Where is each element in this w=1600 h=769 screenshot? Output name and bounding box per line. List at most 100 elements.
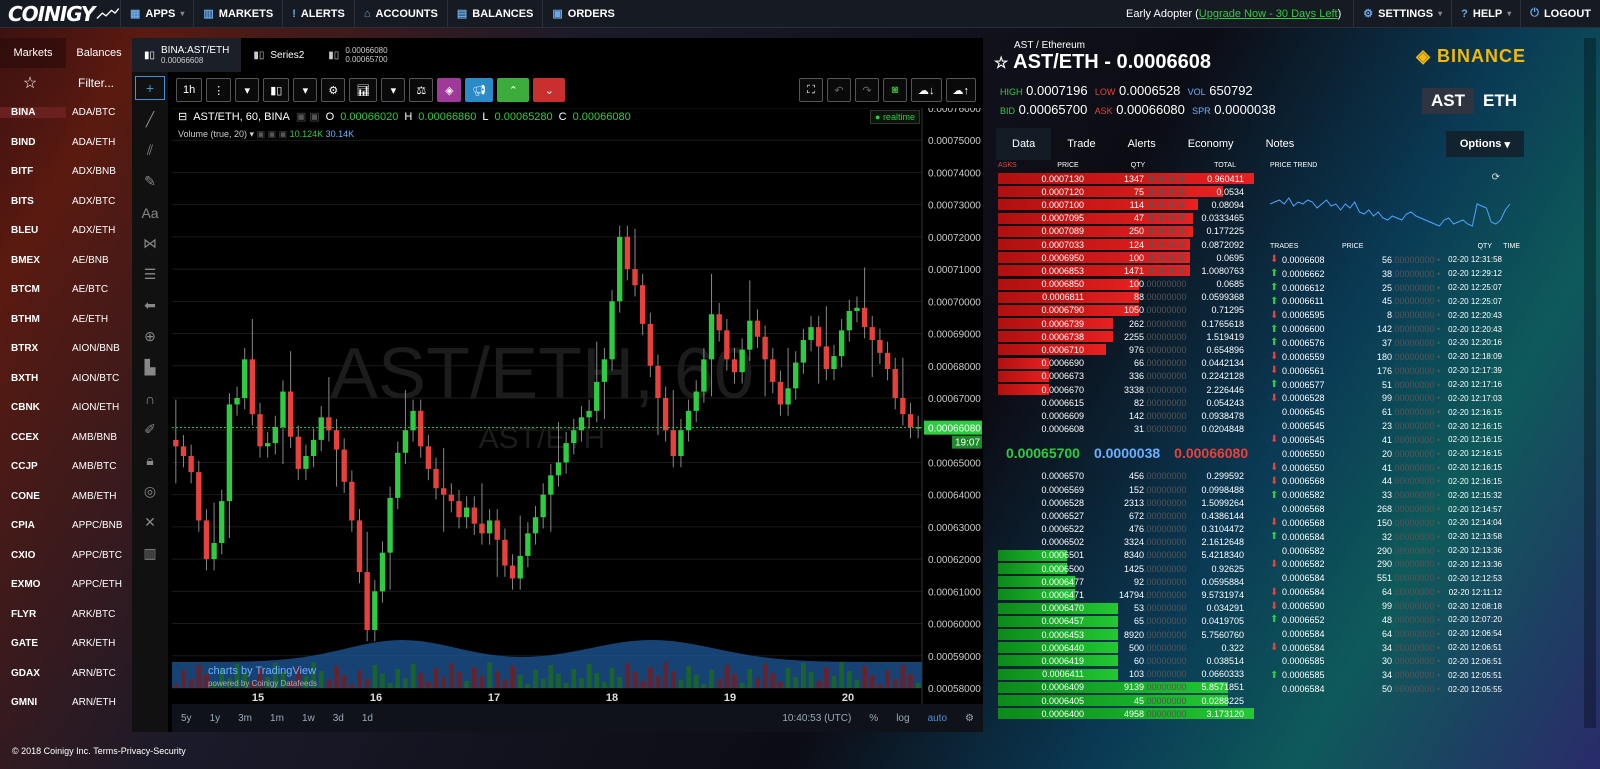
bid-row[interactable]: 0.0006477 92.00000000 0.0595884	[998, 575, 1254, 588]
pair-code[interactable]: ARK/BTC	[66, 609, 132, 620]
pair-code[interactable]: AMB/BTC	[66, 461, 132, 472]
pair-code[interactable]: ADX/ETH	[66, 225, 132, 236]
buy-up-icon[interactable]: ⌃	[497, 78, 530, 102]
range-1w[interactable]: 1w	[293, 713, 324, 724]
exchange-code[interactable]: CPIA	[0, 520, 66, 531]
trade-row[interactable]: ⬆ 0.0006611 45.00000000 • 02-20 12:25:07	[1270, 295, 1520, 309]
text-icon[interactable]: Aa	[132, 197, 168, 228]
market-row[interactable]: BTRX AION/BNB	[0, 334, 132, 364]
quote-currency-button[interactable]: ETH	[1474, 88, 1526, 114]
trendline-icon[interactable]: ╱	[132, 104, 168, 135]
nav-logout[interactable]: ⏻ LOGOUT	[1520, 0, 1600, 28]
eye-icon[interactable]: ◎	[132, 476, 168, 507]
pair-code[interactable]: AE/ETH	[66, 314, 132, 325]
auto-toggle[interactable]: auto	[919, 713, 956, 724]
exchange-code[interactable]: BTCM	[0, 284, 66, 295]
trade-row[interactable]: 0.0006584 551.00000000 • 02-20 12:12:53	[1270, 571, 1520, 585]
ask-row[interactable]: 0.0006609 142.00000000 0.0938478	[998, 409, 1254, 422]
camera-icon[interactable]: ◙	[883, 78, 907, 102]
trade-row[interactable]: ⬆ 0.0006584 32.00000000 • 02-20 12:13:58	[1270, 530, 1520, 544]
exchange-code[interactable]: BINA	[0, 107, 66, 119]
trade-row[interactable]: 0.0006585 30.00000000 • 02-20 12:06:51	[1270, 654, 1520, 668]
coinigy-logo[interactable]: COINIGY	[0, 2, 120, 26]
ask-row[interactable]: 0.0006950 100.00000000 0.0695	[998, 251, 1254, 264]
range-1y[interactable]: 1y	[201, 713, 230, 724]
trade-row[interactable]: ⬇ 0.0006608 56.00000000 • 02-20 12:31:58	[1270, 253, 1520, 267]
favorite-star-icon[interactable]: ☆	[994, 55, 1008, 72]
bid-row[interactable]: 0.0006500 1425.00000000 0.92625	[998, 562, 1254, 575]
pair-code[interactable]: APPC/BNB	[66, 520, 132, 531]
range-3m[interactable]: 3m	[229, 713, 261, 724]
pitchfork-icon[interactable]: ⫽	[132, 135, 168, 166]
bid-row[interactable]: 0.0006501 8340.00000000 5.4218340	[998, 549, 1254, 562]
favorites-star-icon[interactable]: ☆	[0, 73, 60, 93]
undo-icon[interactable]: ↶	[827, 78, 851, 102]
utc-clock[interactable]: 10:40:53 (UTC)	[773, 713, 860, 724]
market-row[interactable]: BIND ADA/ETH	[0, 128, 132, 158]
nav-markets[interactable]: ▥ MARKETS	[193, 0, 282, 28]
market-row[interactable]: BITF ADX/BNB	[0, 157, 132, 187]
chart-tab-third[interactable]: ▮▯ 0.00066080 0.00065700	[316, 38, 399, 72]
megaphone-icon[interactable]: 📢︎	[465, 78, 494, 102]
exchange-code[interactable]: BITS	[0, 196, 66, 207]
pair-code[interactable]: ARN/BTC	[66, 668, 132, 679]
trade-row[interactable]: ⬇ 0.0006550 41.00000000 • 02-20 12:16:15	[1270, 461, 1520, 475]
ask-row[interactable]: 0.0006853 1471.00000000 1.0080763	[998, 264, 1254, 277]
chart-style-icon[interactable]: ▮▯	[263, 78, 290, 102]
trade-row[interactable]: ⬆ 0.0006576 37.00000000 • 02-20 12:20:16	[1270, 336, 1520, 350]
pair-code[interactable]: ADX/BTC	[66, 196, 132, 207]
ask-row[interactable]: 0.0006670 3338.00000000 2.226446	[998, 383, 1254, 396]
pair-code[interactable]: AION/BNB	[66, 343, 132, 354]
pair-code[interactable]: AION/ETH	[66, 402, 132, 413]
trade-row[interactable]: ⬆ 0.0006600 142.00000000 • 02-20 12:20:43	[1270, 322, 1520, 336]
ask-row[interactable]: 0.0006673 336.00000000 0.2242128	[998, 370, 1254, 383]
trade-row[interactable]: 0.0006582 290.00000000 • 02-20 12:13:36	[1270, 544, 1520, 558]
exchange-code[interactable]: FLYR	[0, 609, 66, 620]
chart-tab-main[interactable]: ▮▯ BINA:AST/ETH 0.00066608	[132, 38, 242, 72]
bid-row[interactable]: 0.0006471 14794.00000000 9.5731974	[998, 588, 1254, 601]
indicators-icon[interactable]: 📊︎	[349, 78, 378, 102]
market-row[interactable]: CCJP AMB/BTC	[0, 452, 132, 482]
trade-row[interactable]: ⬇ 0.0006595 8.00000000 • 02-20 12:20:43	[1270, 308, 1520, 322]
tab-trade[interactable]: Trade	[1051, 128, 1111, 160]
chart-settings-gear-icon[interactable]: ⚙	[956, 713, 983, 724]
bid-row[interactable]: 0.0006569 152.00000000 0.0998488	[998, 483, 1254, 496]
exchange-code[interactable]: BITF	[0, 166, 66, 177]
ask-row[interactable]: 0.0006850 100.00000000 0.0685	[998, 278, 1254, 291]
legend-collapse-icon[interactable]: ⊟	[178, 110, 187, 123]
interval-button[interactable]: 1h	[176, 78, 203, 102]
privacy-link[interactable]: Privacy	[121, 746, 151, 756]
trade-row[interactable]: 0.0006584 50.00000000 • 02-20 12:05:55	[1270, 682, 1520, 696]
interval-dropdown-icon[interactable]: ▾	[235, 78, 260, 102]
market-row[interactable]: CBNK AION/ETH	[0, 393, 132, 423]
pair-code[interactable]: APPC/ETH	[66, 579, 132, 590]
pair-code[interactable]: ADX/BNB	[66, 166, 132, 177]
trade-row[interactable]: ⬆ 0.0006652 48.00000000 • 02-20 12:07:20	[1270, 613, 1520, 627]
arrow-icon[interactable]: ⬅	[132, 290, 168, 321]
tab-alerts[interactable]: Alerts	[1112, 128, 1172, 160]
bid-row[interactable]: 0.0006528 2313.00000000 1.5099264	[998, 496, 1254, 509]
tools-icon[interactable]: ✕	[132, 507, 168, 538]
pair-code[interactable]: APPC/BTC	[66, 550, 132, 561]
percent-toggle[interactable]: %	[860, 713, 887, 724]
market-row[interactable]: BINA ADA/BTC	[0, 98, 132, 128]
pair-code[interactable]: ADA/BTC	[66, 107, 132, 118]
exchange-code[interactable]: CONE	[0, 491, 66, 502]
trade-row[interactable]: ⬇ 0.0006545 41.00000000 • 02-20 12:16:15	[1270, 433, 1520, 447]
compare-scale-icon[interactable]: ⚖	[409, 78, 434, 102]
pair-code[interactable]: ADA/ETH	[66, 137, 132, 148]
page-scrollbar[interactable]	[1584, 38, 1596, 728]
trade-row[interactable]: ⬇ 0.0006590 99.00000000 • 02-20 12:08:18	[1270, 599, 1520, 613]
exchange-code[interactable]: GDAX	[0, 668, 66, 679]
pair-code[interactable]: ARN/ETH	[66, 697, 132, 708]
tab-data[interactable]: Data	[996, 128, 1052, 160]
trade-row[interactable]: ⬇ 0.0006584 34.00000000 • 02-20 12:06:51	[1270, 641, 1520, 655]
trade-row[interactable]: 0.0006550 20.00000000 • 02-20 12:16:15	[1270, 447, 1520, 461]
bid-row[interactable]: 0.0006405 45.00000000 0.0288225	[998, 694, 1254, 707]
bid-row[interactable]: 0.0006457 65.00000000 0.0419705	[998, 615, 1254, 628]
bid-row[interactable]: 0.0006453 8920.00000000 5.7560760	[998, 628, 1254, 641]
bid-row[interactable]: 0.0006400 4958.00000000 3.173120	[998, 707, 1254, 720]
upgrade-link[interactable]: Upgrade Now - 30 Days Left	[1199, 8, 1338, 20]
range-1m[interactable]: 1m	[261, 713, 293, 724]
tab-notes[interactable]: Notes	[1250, 128, 1311, 160]
